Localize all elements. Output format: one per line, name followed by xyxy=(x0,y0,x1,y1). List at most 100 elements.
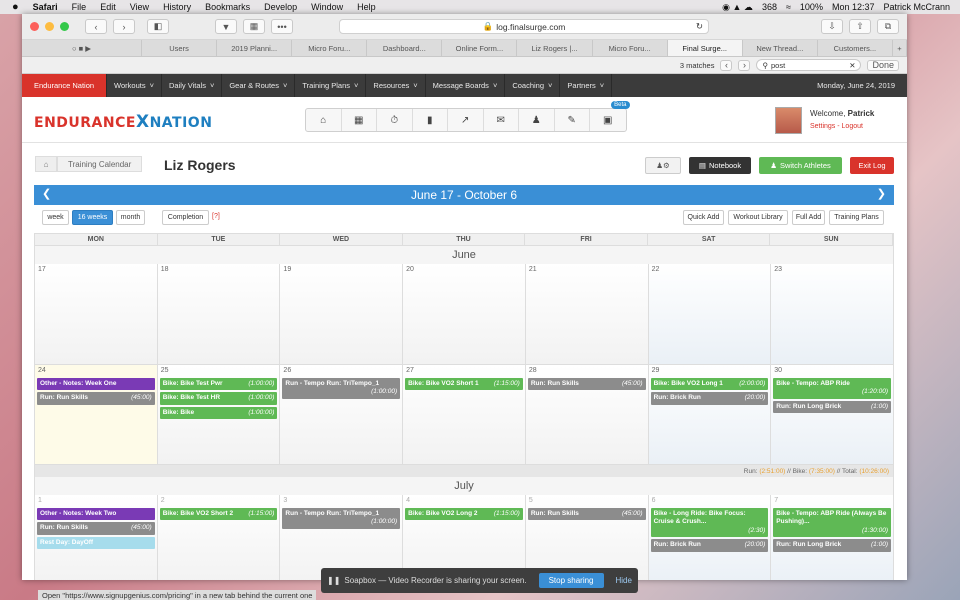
day-cell[interactable]: 18 xyxy=(157,264,281,365)
browser-status-bar: Open "https://www.signupgenius.com/prici… xyxy=(38,590,317,600)
workout-card[interactable]: Run: Brick Run (20:00) xyxy=(650,539,769,552)
day-number: 1 xyxy=(38,497,42,504)
workout-card[interactable]: Bike: Bike Test Pwr (1:00:00) xyxy=(159,378,278,391)
workout-title: Run: Run Long Brick xyxy=(776,402,842,410)
workout-card[interactable]: Other - Notes: Week One xyxy=(37,378,155,391)
day-number: 25 xyxy=(160,367,169,374)
switch-athletes-button[interactable]: ♟ Switch Athletes xyxy=(759,157,842,174)
hide-button[interactable]: Hide xyxy=(616,576,632,585)
day-number: 27 xyxy=(406,367,414,374)
breadcrumb-training-calendar[interactable]: Training Calendar xyxy=(57,156,143,172)
day-cell[interactable]: 29 Bike: Bike VO2 Long 1 (2:00:00) Run: B… xyxy=(648,365,772,465)
completion-button[interactable]: Completion xyxy=(162,210,209,225)
full-add-button[interactable]: Full Add xyxy=(792,210,825,225)
workout-duration: (45:00) xyxy=(131,524,152,532)
totals-run-label: Run: xyxy=(743,467,758,475)
day-cell[interactable]: 21 xyxy=(525,264,649,365)
workout-title: Bike: Bike Test Pwr xyxy=(162,380,223,387)
workout-card[interactable]: Run: Run Long Brick (1:00) xyxy=(773,539,891,552)
workout-duration: (1:00) xyxy=(871,402,888,410)
workout-card[interactable]: Bike: Bike VO2 Long 2 (1:15:00) xyxy=(405,508,523,521)
day-cell[interactable]: 19 xyxy=(280,264,404,365)
workout-card[interactable]: Run - Tempo Run: TriTempo_1 (1:00:00) xyxy=(282,378,401,399)
workout-card[interactable]: Bike: Bike VO2 Short 2 (1:15:00) xyxy=(159,508,278,521)
workout-card[interactable]: Rest Day: DayOff xyxy=(37,536,155,550)
screen-share-banner: ❚❚ Soapbox — Video Recorder is sharing y… xyxy=(321,568,638,593)
workout-duration: (1:30:00) xyxy=(861,526,888,534)
workout-card[interactable]: Bike: Bike VO2 Short 1 (1:15:00) xyxy=(405,378,523,391)
totals-bike: (7:35:00) xyxy=(808,467,835,475)
totals-total-label: // Total: xyxy=(836,467,858,475)
stop-sharing-button[interactable]: Stop sharing xyxy=(538,573,604,588)
day-cell[interactable]: 28 Run: Run Skills (45:00) xyxy=(525,365,649,465)
workout-card[interactable]: Bike: Bike Test HR (1:00:00) xyxy=(159,392,278,405)
workout-card[interactable]: Bike - Tempo: ABP Ride (1:20:00) xyxy=(773,378,891,399)
workout-card[interactable]: Bike: Bike VO2 Long 1 (2:00:00) xyxy=(650,378,769,391)
workout-title: Bike: Bike Test HR xyxy=(162,394,221,402)
workout-title: Run - Tempo Run: TriTempo_1 xyxy=(285,510,380,517)
day-number: 26 xyxy=(283,367,292,374)
workout-duration: (2:30) xyxy=(748,526,766,534)
totals-total: (10:26:00) xyxy=(859,467,889,475)
workout-card[interactable]: Run: Run Skills (45:00) xyxy=(37,392,155,405)
day-cell[interactable]: 24 Other - Notes: Week One Run: Run Skil… xyxy=(35,365,158,465)
apple-menu-icon[interactable]: ● xyxy=(12,1,19,13)
day-cell[interactable]: 1 Other - Notes: Week Two Run: Run Skill… xyxy=(35,495,158,580)
workout-title: Run - Tempo Run: TriTempo_1 xyxy=(285,380,380,387)
calendar-range: June 17 - October 6 xyxy=(410,188,518,202)
exit-log-button[interactable]: Exit Log xyxy=(850,157,894,174)
day-cell[interactable]: 26 Run - Tempo Run: TriTempo_1 (1:00:00) xyxy=(280,365,404,465)
totals-run: (2:51:00) xyxy=(759,467,786,475)
workout-card[interactable]: Bike - Long Ride: Bike Focus: Cruise & C… xyxy=(650,508,769,538)
next-range-icon[interactable]: ❯ xyxy=(877,187,886,200)
workout-title: Run: Run Skills xyxy=(530,380,579,387)
day-thu: THU xyxy=(403,234,526,245)
day-cell[interactable]: 2 Bike: Bike VO2 Short 2 (1:15:00) xyxy=(157,495,281,580)
workout-card[interactable]: Other - Notes: Week Two xyxy=(37,508,155,521)
day-number: 7 xyxy=(774,497,779,504)
day-cell[interactable]: 20 xyxy=(403,264,526,365)
workout-duration: (45:00) xyxy=(131,394,152,402)
day-number: 22 xyxy=(651,266,660,273)
day-cell[interactable]: 25 Bike: Bike Test Pwr (1:00:00) Bike: Bi… xyxy=(157,365,281,465)
day-mon: MON xyxy=(35,234,158,245)
athlete-settings-button[interactable]: ♟⚙ xyxy=(645,157,681,174)
workout-card[interactable]: Run: Run Long Brick (1:00) xyxy=(773,400,891,414)
view-month-button[interactable]: month xyxy=(116,210,145,225)
day-cell[interactable]: 27 Bike: Bike VO2 Short 1 (1:15:00) xyxy=(403,365,526,465)
quick-add-button[interactable]: Quick Add xyxy=(683,210,724,225)
workout-title: Run: Run Skills xyxy=(40,524,89,532)
completion-help-link[interactable]: [?] xyxy=(212,213,220,220)
day-cell[interactable]: 7 Bike - Tempo: ABP Ride (Always Be Push… xyxy=(771,495,894,580)
view-week-button[interactable]: week xyxy=(42,210,69,225)
day-cell[interactable]: 30 Bike - Tempo: ABP Ride (1:20:00) Run: … xyxy=(771,365,894,465)
workout-library-button[interactable]: Workout Library xyxy=(728,210,788,225)
day-number: 3 xyxy=(283,497,288,504)
day-number: 30 xyxy=(774,367,783,374)
workout-card[interactable]: Run: Run Skills (45:00) xyxy=(37,522,155,535)
workout-card[interactable]: Bike - Tempo: ABP Ride (Always Be Pushin… xyxy=(773,508,891,538)
month-label-july: July xyxy=(34,477,894,495)
workout-card[interactable]: Bike: Bike (1:00:00) xyxy=(159,406,278,420)
day-cell[interactable]: 6 Bike - Long Ride: Bike Focus: Cruise &… xyxy=(648,495,772,580)
pause-icon[interactable]: ❚❚ xyxy=(327,576,340,585)
breadcrumb-home-icon[interactable]: ⌂ xyxy=(35,156,57,172)
day-tue: TUE xyxy=(158,234,281,245)
prev-range-icon[interactable]: ❮ xyxy=(42,187,51,200)
day-sat: SAT xyxy=(648,234,771,245)
day-cell[interactable]: 17 xyxy=(35,264,158,365)
training-plans-button[interactable]: Training Plans xyxy=(829,210,884,225)
notebook-label: Notebook xyxy=(708,161,742,170)
workout-card[interactable]: Run: Run Skills (45:00) xyxy=(527,508,646,521)
view-16-weeks-button[interactable]: 16 weeks xyxy=(72,210,113,225)
day-cell[interactable]: 23 xyxy=(771,264,894,365)
weekday-header: MON TUE WED THU FRI SAT SUN xyxy=(34,233,894,246)
workout-card[interactable]: Run: Run Skills (45:00) xyxy=(527,378,646,391)
workout-card[interactable]: Run - Tempo Run: TriTempo_1 (1:00:00) xyxy=(282,508,401,529)
workout-card[interactable]: Run: Brick Run (20:00) xyxy=(650,392,769,405)
day-number: 18 xyxy=(160,266,169,273)
workout-title: Rest Day: DayOff xyxy=(40,538,94,546)
day-number: 17 xyxy=(38,266,46,273)
day-cell[interactable]: 22 xyxy=(648,264,772,365)
notebook-button[interactable]: ▤ Notebook xyxy=(689,157,751,174)
